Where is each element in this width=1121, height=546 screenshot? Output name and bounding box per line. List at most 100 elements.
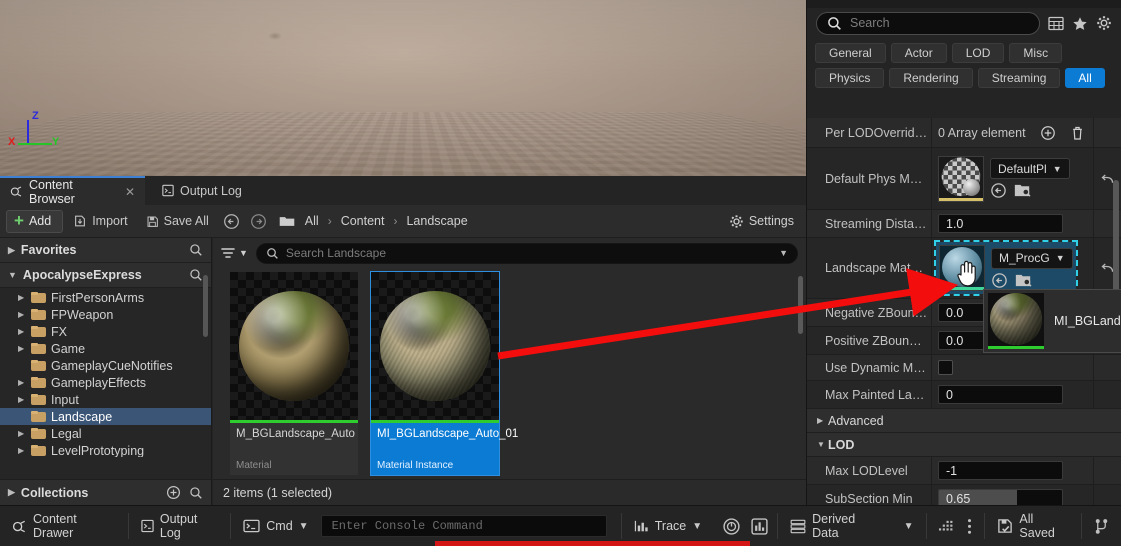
collections-header[interactable]: ▶ Collections: [0, 479, 211, 505]
filter-chip[interactable]: Actor: [890, 43, 947, 63]
grid-dots-icon[interactable]: [938, 518, 955, 534]
source-control-button[interactable]: [1082, 506, 1121, 546]
all-saved-button[interactable]: All Saved: [985, 506, 1081, 546]
arrow-forward-icon[interactable]: [246, 213, 271, 230]
asset-picker[interactable]: DefaultPl ▼: [938, 155, 1070, 202]
favorites-header[interactable]: ▶ Favorites: [0, 238, 211, 263]
drag-preview-thumbnail: [988, 293, 1044, 349]
search-icon[interactable]: [189, 243, 203, 257]
asset-combo-box[interactable]: M_ProcG ▼: [991, 247, 1073, 269]
asset-search-input[interactable]: Search Landscape ▼: [255, 242, 798, 264]
filter-chip[interactable]: All: [1065, 68, 1105, 88]
tree-item[interactable]: ▶ FirstPersonArms: [0, 289, 211, 306]
breadcrumb-item-all[interactable]: All: [302, 214, 322, 228]
tree-scrollbar[interactable]: [203, 275, 208, 337]
chevron-right-icon[interactable]: ▶: [817, 416, 828, 425]
add-circle-icon[interactable]: [1040, 125, 1056, 141]
perf-record-icon[interactable]: [722, 517, 741, 536]
derived-data-button[interactable]: Derived Data ▼: [778, 506, 925, 546]
trash-icon[interactable]: [1070, 125, 1085, 141]
tree-item[interactable]: ▶ FX: [0, 323, 211, 340]
grid-icon[interactable]: [1048, 16, 1064, 31]
chevron-right-icon[interactable]: ▶: [18, 378, 31, 387]
browse-icon[interactable]: [991, 272, 1008, 289]
content-drawer-button[interactable]: Content Drawer: [0, 506, 128, 546]
breadcrumb-item-content[interactable]: Content: [338, 214, 388, 228]
tree-item[interactable]: ▶ FPWeapon: [0, 306, 211, 323]
star-icon[interactable]: [1072, 16, 1088, 31]
property-section-header[interactable]: ▶ Advanced: [807, 409, 1121, 433]
trace-label: Trace: [654, 519, 687, 533]
chevron-down-icon[interactable]: ▼: [779, 248, 788, 258]
chevron-right-icon[interactable]: ▶: [18, 344, 31, 353]
chevron-right-icon[interactable]: ▶: [18, 395, 31, 404]
settings-button[interactable]: Settings: [729, 214, 800, 229]
property-text-input[interactable]: -1: [938, 461, 1063, 480]
arrow-back-icon[interactable]: [219, 213, 244, 230]
add-button[interactable]: + Add: [6, 209, 64, 233]
property-text-input[interactable]: 0.65: [938, 489, 1063, 505]
locate-icon[interactable]: [1014, 183, 1032, 198]
tree-item[interactable]: ▶ Input: [0, 391, 211, 408]
asset-tile-material-instance[interactable]: MI_BGLandscape_Auto_01 Material Instance: [370, 271, 518, 476]
import-button[interactable]: Import: [65, 209, 135, 233]
property-text-input[interactable]: 1.0: [938, 214, 1063, 233]
filter-chip[interactable]: Rendering: [889, 68, 973, 88]
add-collection-icon[interactable]: [166, 485, 181, 500]
asset-status-bar: 2 items (1 selected): [213, 479, 806, 505]
property-value: 0 Array element: [932, 118, 1093, 147]
chevron-right-icon[interactable]: ▶: [18, 429, 31, 438]
asset-scrollbar[interactable]: [798, 276, 803, 334]
details-scrollbar[interactable]: [1113, 180, 1119, 295]
level-viewport[interactable]: Z Y X: [0, 0, 806, 176]
project-root-header[interactable]: ▼ ApocalypseExpress: [0, 263, 211, 288]
tab-content-browser[interactable]: Content Browser ✕: [0, 176, 145, 206]
details-search-input[interactable]: Search: [816, 11, 1040, 35]
breadcrumb-item-landscape[interactable]: Landscape: [403, 214, 470, 228]
gear-icon[interactable]: [1096, 15, 1112, 31]
filter-chip[interactable]: Physics: [815, 68, 885, 88]
property-section-label: LOD: [828, 437, 855, 452]
cmd-dropdown[interactable]: Cmd ▼: [231, 506, 320, 546]
filter-chip[interactable]: Streaming: [977, 68, 1061, 88]
console-command-input[interactable]: Enter Console Command: [320, 515, 607, 537]
tab-output-log[interactable]: Output Log: [152, 176, 257, 205]
tree-item[interactable]: Landscape: [0, 408, 211, 425]
filters-button[interactable]: ▼: [221, 247, 248, 259]
browse-icon[interactable]: [990, 182, 1007, 199]
property-section-header[interactable]: ▼ LOD: [807, 433, 1121, 457]
folder-icon: [31, 292, 46, 303]
tree-item[interactable]: ▶ GameplayEffects: [0, 374, 211, 391]
filter-chip[interactable]: Misc: [1009, 43, 1063, 63]
save-all-button[interactable]: Save All: [138, 209, 217, 233]
trace-button[interactable]: Trace ▼: [622, 506, 714, 546]
filter-chip[interactable]: General: [815, 43, 886, 63]
tree-item[interactable]: ▶ Legal: [0, 425, 211, 442]
tree-item-label: GameplayEffects: [51, 375, 146, 390]
property-text-input[interactable]: 0: [938, 385, 1063, 404]
kebab-icon[interactable]: [967, 518, 972, 535]
chevron-right-icon[interactable]: ▶: [18, 310, 31, 319]
property-input-value: -1: [946, 463, 958, 478]
tree-item[interactable]: ▶ LevelPrototyping: [0, 442, 211, 458]
search-icon[interactable]: [189, 268, 203, 282]
filter-chip[interactable]: LOD: [951, 43, 1005, 63]
perf-chart-icon[interactable]: [750, 517, 769, 536]
search-icon[interactable]: [189, 485, 203, 500]
property-value: DefaultPl ▼: [932, 148, 1093, 209]
chevron-right-icon[interactable]: ▶: [18, 327, 31, 336]
asset-combo-box[interactable]: DefaultPl ▼: [990, 158, 1070, 179]
close-icon[interactable]: ✕: [125, 185, 135, 199]
folder-tree[interactable]: ▶ FirstPersonArms ▶ FPWeapon ▶ FX ▶ Game Gamepla…: [0, 289, 211, 457]
output-log-button[interactable]: Output Log: [129, 506, 230, 546]
chevron-down-icon[interactable]: ▼: [817, 440, 828, 449]
tree-item[interactable]: ▶ Game: [0, 340, 211, 357]
chevron-right-icon[interactable]: ▶: [18, 446, 31, 455]
property-checkbox[interactable]: [938, 360, 953, 375]
asset-tile-material[interactable]: M_BGLandscape_Auto Material: [230, 272, 358, 475]
chevron-right-icon[interactable]: ▶: [18, 293, 31, 302]
locate-icon[interactable]: [1015, 273, 1033, 288]
asset-thumbnail[interactable]: [938, 155, 984, 202]
folder-icon: [273, 215, 300, 227]
tree-item[interactable]: GameplayCueNotifies: [0, 357, 211, 374]
